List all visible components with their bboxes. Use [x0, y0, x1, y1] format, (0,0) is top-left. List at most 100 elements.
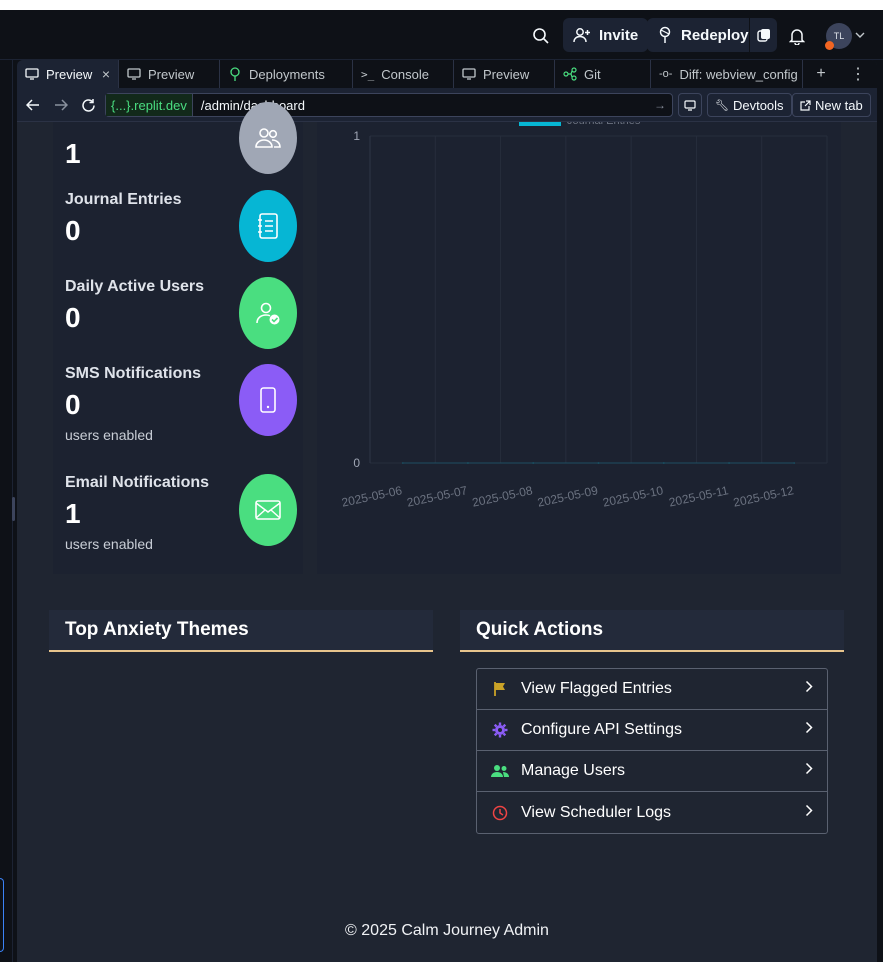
avatar[interactable]: TL — [825, 23, 852, 50]
tab-git[interactable]: Git — [555, 60, 651, 88]
phone-icon — [239, 364, 297, 436]
devtools-label: Devtools — [732, 97, 784, 113]
configure-api-settings-button[interactable]: Configure API Settings — [477, 710, 827, 751]
redeploy-label: Redeploy — [681, 26, 749, 44]
tab-diff[interactable]: -o- Diff: webview_config — [651, 60, 803, 88]
new-tab-link-button[interactable]: New tab — [792, 93, 871, 117]
footer-copyright: © 2025 Calm Journey Admin — [345, 922, 549, 939]
user-check-icon — [239, 277, 297, 349]
url-toolbar: {...}.replit.dev /admin/dashboard → 🔧︎ D… — [17, 88, 877, 122]
wrench-icon: 🔧︎ — [715, 99, 729, 112]
workspace-header: Invite Redeploy TL — [0, 10, 883, 60]
device-toggle-button[interactable] — [678, 93, 702, 117]
section-title: Top Anxiety Themes — [65, 619, 249, 640]
chevron-right-icon — [805, 804, 813, 822]
tab-deployments[interactable]: Deployments — [220, 60, 353, 88]
invite-button[interactable]: Invite — [563, 18, 649, 52]
forward-arrow-icon[interactable] — [53, 97, 69, 113]
tab-bar: Preview × Preview Deployments >_ Console… — [17, 60, 877, 88]
journal-entries-chart: Journal Entries012025-05-062025-05-07202… — [317, 115, 841, 574]
action-label: View Scheduler Logs — [521, 803, 672, 821]
flag-icon — [491, 680, 509, 698]
sidebar-selected-indicator — [0, 878, 4, 952]
deploy-icon — [659, 26, 671, 43]
action-label: Configure API Settings — [521, 721, 682, 738]
mail-icon — [239, 474, 297, 546]
action-label: Manage Users — [521, 762, 626, 779]
search-icon[interactable] — [529, 24, 553, 48]
manage-users-button[interactable]: Manage Users — [477, 751, 827, 792]
close-icon[interactable]: × — [102, 66, 110, 82]
deploy-options-button[interactable] — [749, 18, 777, 52]
add-user-icon — [573, 28, 590, 43]
diff-icon: -o- — [659, 68, 673, 80]
avatar-initials: TL — [833, 31, 845, 41]
data-point — [401, 462, 404, 464]
chevron-down-icon[interactable] — [854, 29, 866, 41]
more-options-icon[interactable]: ⋮ — [839, 60, 877, 88]
gear-icon — [491, 721, 509, 739]
chevron-right-icon — [805, 721, 813, 739]
data-point — [728, 462, 730, 464]
x-tick-label: 2025-05-08 — [471, 483, 534, 510]
tab-preview-2[interactable]: Preview — [454, 60, 555, 88]
go-arrow-icon[interactable]: → — [654, 98, 666, 112]
url-input[interactable]: {...}.replit.dev /admin/dashboard → — [105, 93, 673, 117]
tab-label: Git — [584, 66, 601, 82]
stats-card: 1 Journal Entries 0 Daily Active Users 0… — [53, 102, 303, 574]
terminal-icon: >_ — [361, 67, 375, 81]
x-tick-label: 2025-05-06 — [340, 483, 403, 510]
redeploy-button[interactable]: Redeploy — [647, 18, 757, 52]
data-point — [467, 462, 469, 464]
clock-icon — [491, 804, 509, 822]
tab-preview-active[interactable]: Preview × — [17, 60, 119, 88]
journal-icon — [239, 190, 297, 262]
data-point — [793, 462, 796, 464]
view-flagged-entries-button[interactable]: View Flagged Entries — [477, 669, 827, 710]
tab-label: Preview — [483, 66, 530, 82]
tab-label: Preview — [148, 66, 195, 82]
left-sidebar-rail — [0, 60, 15, 962]
x-tick-label: 2025-05-12 — [732, 483, 795, 510]
url-domain: {...}.replit.dev — [106, 94, 193, 116]
deploy-icon — [230, 67, 240, 81]
y-tick-label: 0 — [353, 456, 360, 470]
top-anxiety-themes-card: Top Anxiety Themes — [49, 610, 433, 652]
status-dot-icon — [825, 41, 834, 50]
git-icon — [563, 67, 577, 81]
tab-console[interactable]: >_ Console — [353, 60, 454, 88]
data-point — [662, 462, 665, 464]
admin-dashboard: 1 Journal Entries 0 Daily Active Users 0… — [17, 102, 877, 962]
new-tab-button[interactable]: + — [803, 60, 839, 88]
x-tick-label: 2025-05-09 — [536, 483, 599, 510]
data-point — [532, 462, 535, 464]
monitor-icon — [462, 68, 476, 80]
new-tab-label: New tab — [815, 97, 863, 113]
tab-label: Console — [381, 66, 429, 82]
x-tick-label: 2025-05-11 — [668, 483, 730, 509]
legend-label: Journal Entries — [567, 122, 641, 127]
monitor-icon — [684, 99, 696, 111]
copy-icon — [756, 29, 770, 42]
users-icon — [239, 102, 297, 174]
resize-handle[interactable] — [12, 497, 15, 521]
invite-label: Invite — [599, 26, 639, 44]
tab-label: Diff: webview_config — [679, 66, 798, 82]
y-tick-label: 1 — [353, 129, 360, 143]
reload-icon[interactable] — [80, 97, 96, 113]
bell-icon[interactable] — [786, 24, 808, 48]
tab-preview[interactable]: Preview — [119, 60, 220, 88]
chevron-right-icon — [805, 680, 813, 698]
x-tick-label: 2025-05-10 — [601, 483, 664, 510]
view-scheduler-logs-button[interactable]: View Scheduler Logs — [477, 792, 827, 833]
legend-swatch — [519, 120, 561, 126]
tab-label: Preview — [46, 66, 93, 82]
window-top-edge — [0, 0, 883, 10]
section-title: Quick Actions — [476, 619, 604, 640]
back-arrow-icon[interactable] — [25, 97, 41, 113]
monitor-icon — [25, 68, 39, 80]
monitor-icon — [127, 68, 141, 80]
tab-label: Deployments — [249, 66, 325, 82]
preview-pane: Preview × Preview Deployments >_ Console… — [17, 60, 877, 962]
devtools-button[interactable]: 🔧︎ Devtools — [707, 93, 792, 117]
